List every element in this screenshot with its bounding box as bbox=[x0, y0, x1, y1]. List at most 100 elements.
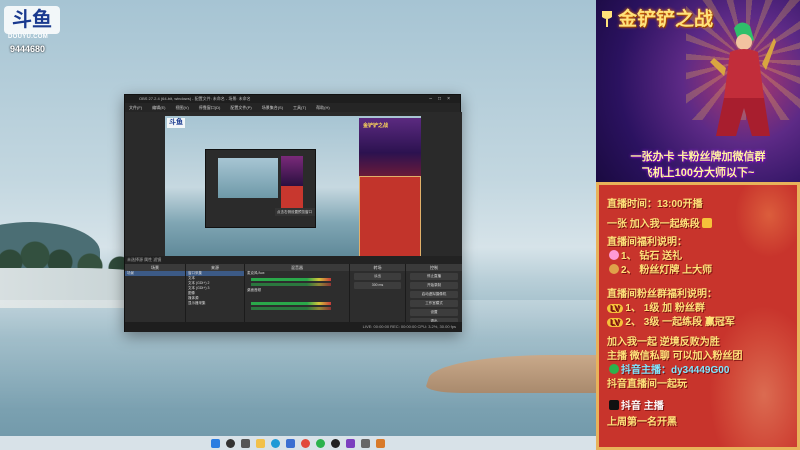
menu-help[interactable]: 帮助(H) bbox=[316, 103, 330, 112]
menu-docks[interactable]: 停靠窗口(D) bbox=[199, 103, 221, 112]
studio-mode-button[interactable]: 工作室模式 bbox=[410, 300, 458, 307]
menu-profile[interactable]: 配置文件(P) bbox=[230, 103, 251, 112]
audio-mixer-dock: 混音器 麦克风/Aux 桌面音频 bbox=[245, 264, 349, 322]
menu-file[interactable]: 文件(F) bbox=[129, 103, 142, 112]
mixer-channel-label: 桌面音频 bbox=[247, 288, 261, 292]
douyin-icon bbox=[609, 400, 619, 410]
panel-line: 加入我一起 逆境反败为胜 bbox=[607, 337, 720, 348]
panel-decoration bbox=[729, 185, 797, 265]
virtual-camera-button[interactable]: 启动虚拟摄像机 bbox=[410, 291, 458, 298]
app-icon[interactable] bbox=[376, 438, 385, 448]
room-id: 9444680 bbox=[10, 44, 46, 54]
mixer-channel-label: 麦克风/Aux bbox=[247, 271, 265, 275]
desktop-wallpaper: 斗鱼 DOUYU.COM 9444680 OBS 27.2.4 (64-bit,… bbox=[0, 0, 596, 450]
panel-line: 抖音主播：dy34449G00 bbox=[607, 361, 729, 376]
panel-line: 直播间粉丝群福利说明： bbox=[607, 289, 717, 300]
obs-window[interactable]: OBS 27.2.4 (64-bit, windows) - 配置文件: 未命名… bbox=[124, 94, 462, 332]
preview-poster-title: 金铲铲之战 bbox=[363, 123, 389, 129]
panel-line: 抖音直播间一起玩 bbox=[607, 379, 687, 390]
preview-douyu-logo: 斗鱼 bbox=[167, 118, 185, 128]
panel-line: LV 2、 3级 一起练段 赢冠军 bbox=[607, 313, 735, 328]
badge-icon bbox=[609, 264, 619, 274]
preview-poster: 金铲铲之战 bbox=[359, 118, 421, 176]
gift-icon bbox=[609, 250, 619, 260]
douyu-logo: 斗鱼 DOUYU.COM bbox=[4, 6, 60, 44]
scene-item[interactable]: 场景 bbox=[125, 271, 185, 276]
panel-line: 主播 微信私聊 可以加入粉丝团 bbox=[607, 351, 743, 362]
panel-line: 上周第一名开黑 bbox=[607, 417, 677, 428]
settings-icon[interactable] bbox=[361, 438, 370, 448]
sources-dock-title: 来源 bbox=[186, 264, 244, 271]
stop-streaming-button[interactable]: 停止直播 bbox=[410, 273, 458, 280]
obs-icon[interactable] bbox=[331, 438, 340, 448]
panel-line-text: 一张 加入我一起练段 bbox=[607, 219, 700, 230]
panel-line: 一张 加入我一起练段 bbox=[607, 215, 714, 230]
sources-dock: 来源 窗口采集 文本 文本 (GDI+) 2 文本 (GDI+) 3 图像 媒体… bbox=[186, 264, 244, 322]
poster-line-2: 飞机上100分大师以下~ bbox=[641, 167, 755, 179]
menu-scene-collection[interactable]: 场景集合(S) bbox=[262, 103, 283, 112]
obs-source-toolbar: 未选择源 属性 滤镜 bbox=[125, 256, 462, 264]
menu-tools[interactable]: 工具(T) bbox=[293, 103, 306, 112]
panel-line: LV 1、 1级 加 粉丝群 bbox=[607, 299, 705, 314]
minimize-icon[interactable]: – bbox=[429, 96, 438, 102]
poster-line-1: 一张办卡 卡粉丝牌加微信群 bbox=[630, 151, 766, 163]
preview-nested-poster bbox=[281, 156, 303, 186]
task-view-icon[interactable] bbox=[241, 438, 250, 448]
transition-select[interactable]: 淡出 bbox=[354, 273, 401, 280]
panel-line-text: 抖音 主播 bbox=[621, 401, 664, 412]
obs-title-text: OBS 27.2.4 (64-bit, windows) - 配置文件: 未命名… bbox=[139, 96, 251, 101]
fan-level-chip: LV bbox=[607, 304, 623, 313]
menu-view[interactable]: 视图(V) bbox=[175, 103, 188, 112]
poster-title-text: 金铲铲之战 bbox=[618, 9, 714, 30]
panel-line: 抖音 主播 bbox=[607, 397, 664, 412]
menu-edit[interactable]: 编辑(E) bbox=[152, 103, 165, 112]
close-icon[interactable]: × bbox=[447, 96, 456, 102]
window-controls[interactable]: –□× bbox=[429, 95, 456, 103]
poster-character-art bbox=[710, 22, 776, 136]
transitions-dock-title: 转场 bbox=[350, 264, 405, 271]
obs-preview[interactable]: 斗鱼 金铲铲之战 点击右侧设置预览窗口 bbox=[165, 116, 421, 259]
search-icon[interactable] bbox=[226, 438, 235, 448]
poster-title: 金铲铲之战 bbox=[600, 4, 713, 31]
desktop-volume-slider[interactable] bbox=[251, 307, 331, 310]
panel-line: 1、 钻石 送礼 bbox=[607, 247, 682, 262]
settings-button[interactable]: 设置 bbox=[410, 309, 458, 316]
game-poster: 金铲铲之战 一张办卡 卡粉丝牌加微信群 飞机上100分大师以下~ bbox=[596, 0, 800, 182]
stream-info-panel: 直播时间：13:00开播 一张 加入我一起练段 直播间福利说明： 1、 钻石 送… bbox=[596, 182, 800, 450]
file-explorer-icon[interactable] bbox=[256, 438, 265, 448]
transitions-dock: 转场 淡出 300 ms bbox=[350, 264, 405, 322]
start-icon[interactable] bbox=[211, 438, 220, 448]
card-icon bbox=[701, 218, 712, 228]
preview-nested-obs bbox=[205, 149, 316, 228]
obs-menubar: 文件(F) 编辑(E) 视图(V) 停靠窗口(D) 配置文件(P) 场景集合(S… bbox=[125, 103, 460, 112]
store-icon[interactable] bbox=[286, 438, 295, 448]
wechat-icon[interactable] bbox=[316, 438, 325, 448]
preview-info-panel bbox=[359, 176, 421, 259]
scenes-dock: 场景 场景 bbox=[125, 264, 185, 322]
obs-docks: 场景 场景 来源 窗口采集 文本 文本 (GDI+) 2 文本 (GDI+) 3… bbox=[125, 264, 462, 325]
mic-volume-meter bbox=[251, 278, 331, 281]
controls-dock: 控制 停止直播 开始录制 启动虚拟摄像机 工作室模式 设置 退出 bbox=[406, 264, 462, 325]
taskbar bbox=[0, 436, 596, 450]
shovel-icon bbox=[602, 11, 612, 27]
panel-line: 2、 粉丝灯牌 上大师 bbox=[607, 261, 712, 276]
preview-nested-screen bbox=[218, 158, 278, 198]
controls-dock-title: 控制 bbox=[406, 264, 462, 271]
preview-tooltip: 点击右侧设置预览窗口 bbox=[275, 208, 315, 216]
panel-line: 直播时间：13:00开播 bbox=[607, 199, 703, 210]
game-icon[interactable] bbox=[346, 438, 355, 448]
maximize-icon[interactable]: □ bbox=[438, 96, 447, 102]
mic-volume-slider[interactable] bbox=[251, 283, 331, 286]
panel-line-text: 2、 粉丝灯牌 上大师 bbox=[621, 265, 713, 276]
chrome-icon[interactable] bbox=[301, 438, 310, 448]
edge-icon[interactable] bbox=[271, 438, 280, 448]
start-recording-button[interactable]: 开始录制 bbox=[410, 282, 458, 289]
transition-duration-input[interactable]: 300 ms bbox=[354, 282, 401, 289]
douyu-domain: DOUYU.COM bbox=[8, 34, 49, 40]
mixer-dock-title: 混音器 bbox=[245, 264, 349, 271]
source-item[interactable]: 显示器采集 bbox=[186, 301, 244, 306]
panel-line: 直播间福利说明： bbox=[607, 237, 687, 248]
desktop-volume-meter bbox=[251, 302, 331, 305]
obs-titlebar[interactable]: OBS 27.2.4 (64-bit, windows) - 配置文件: 未命名… bbox=[125, 95, 460, 103]
obs-statusbar: LIVE: 00:00:00 REC: 00:00:00 CPU: 3.2%, … bbox=[125, 322, 462, 332]
